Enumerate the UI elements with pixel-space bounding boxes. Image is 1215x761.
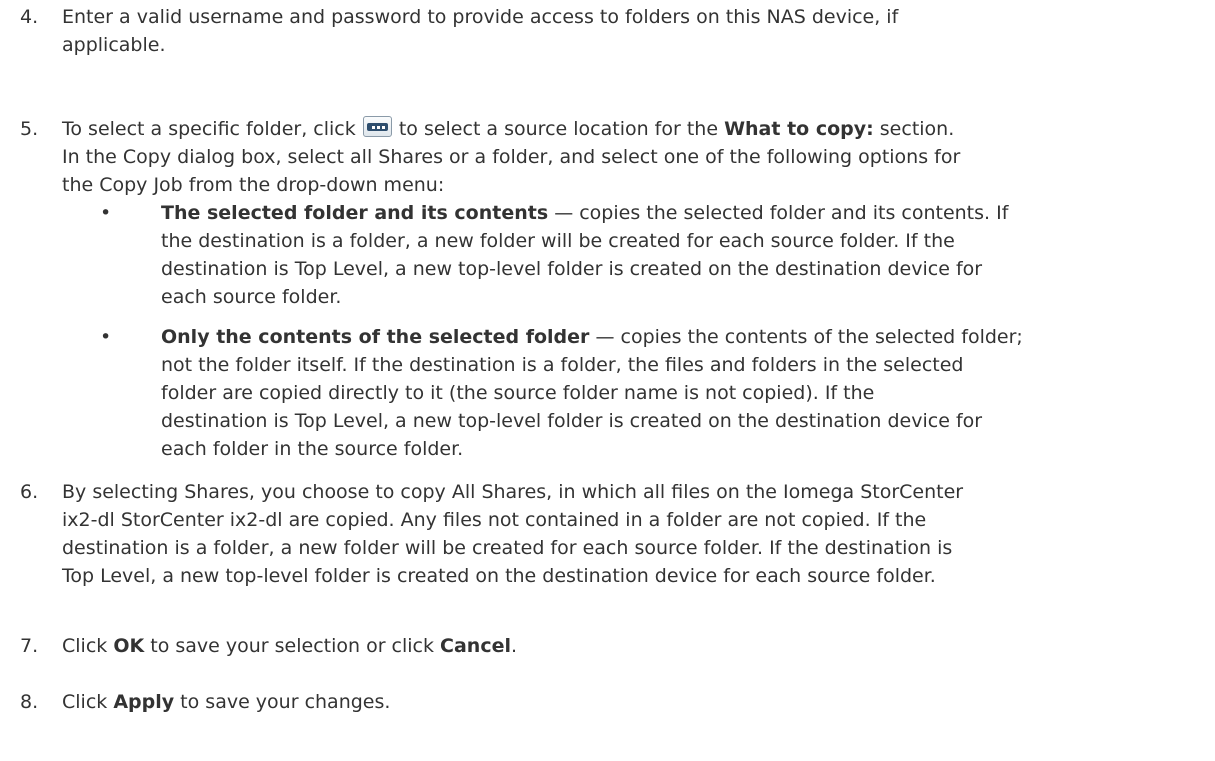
ui-label-apply: Apply xyxy=(113,691,175,713)
step-number: 7. xyxy=(20,635,39,657)
ui-label-ok: OK xyxy=(113,635,145,657)
text-run: Click xyxy=(62,691,114,713)
bullet-marker: • xyxy=(100,326,112,348)
bullet-line: not the folder itself. If the destinatio… xyxy=(161,354,964,376)
step-number: 6. xyxy=(20,481,39,503)
text-run: to save your selection or click xyxy=(144,635,441,657)
bullet-marker: • xyxy=(100,202,112,224)
document-page: 4. Enter a valid username and password t… xyxy=(0,0,1215,761)
step-line: To select a specific folder, click to se… xyxy=(62,115,1205,143)
step-number: 4. xyxy=(20,6,39,28)
bullet-line: The selected folder and its contents — c… xyxy=(161,199,1205,227)
bullet-text: The selected folder and its contents — c… xyxy=(161,199,1205,311)
step-text: Click Apply to save your changes. xyxy=(62,688,1205,716)
step-line: Click OK to save your selection or click… xyxy=(62,632,1205,660)
step-line: the Copy Job from the drop-down menu: xyxy=(62,174,445,196)
text-run: — copies the contents of the selected fo… xyxy=(589,326,1023,348)
step-text: Click OK to save your selection or click… xyxy=(62,632,1205,660)
bullet-text: Only the contents of the selected folder… xyxy=(161,323,1205,463)
step-line: Top Level, a new top-level folder is cre… xyxy=(62,565,936,587)
ellipsis-browse-button-icon xyxy=(362,116,392,137)
step-line: By selecting Shares, you choose to copy … xyxy=(62,481,964,503)
text-run: To select a specific folder, click xyxy=(62,118,356,140)
step-line: Click Apply to save your changes. xyxy=(62,688,1205,716)
bullet-line: destination is Top Level, a new top-leve… xyxy=(161,258,983,280)
text-run: section. xyxy=(879,118,955,140)
text-run: . xyxy=(511,635,518,657)
bullet-line: destination is Top Level, a new top-leve… xyxy=(161,410,983,432)
step-number: 8. xyxy=(20,691,39,713)
bullet-line: each source folder. xyxy=(161,286,342,308)
step-text: Enter a valid username and password to p… xyxy=(62,3,1205,59)
step-line: ix2-dl StorCenter ix2-dl are copied. Any… xyxy=(62,509,927,531)
step-line: destination is a folder, a new folder wi… xyxy=(62,537,953,559)
step-line: applicable. xyxy=(62,34,166,56)
step-line: In the Copy dialog box, select all Share… xyxy=(62,146,961,168)
step-text: To select a specific folder, click to se… xyxy=(62,115,1205,199)
text-run: Click xyxy=(62,635,114,657)
text-run: to save your changes. xyxy=(174,691,391,713)
ui-label-cancel: Cancel xyxy=(440,635,511,657)
text-run: — copies the selected folder and its con… xyxy=(548,202,1009,224)
bullet-line: folder are copied directly to it (the so… xyxy=(161,382,875,404)
ui-label-what-to-copy: What to copy: xyxy=(724,118,874,140)
bullet-line: Only the contents of the selected folder… xyxy=(161,323,1205,351)
step-text: By selecting Shares, you choose to copy … xyxy=(62,478,1205,590)
step-number: 5. xyxy=(20,118,39,140)
bullet-line: the destination is a folder, a new folde… xyxy=(161,230,955,252)
text-run: to select a source location for the xyxy=(398,118,719,140)
option-name: The selected folder and its contents xyxy=(161,202,549,224)
step-line: Enter a valid username and password to p… xyxy=(62,6,899,28)
option-name: Only the contents of the selected folder xyxy=(161,326,590,348)
bullet-line: each folder in the source folder. xyxy=(161,438,464,460)
